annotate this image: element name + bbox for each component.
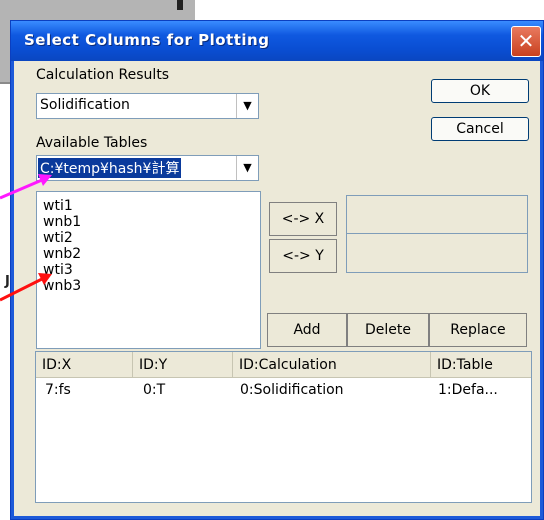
- magenta-arrow: [0, 174, 52, 200]
- annotation-arrows: [0, 174, 52, 302]
- red-arrow: [0, 273, 52, 302]
